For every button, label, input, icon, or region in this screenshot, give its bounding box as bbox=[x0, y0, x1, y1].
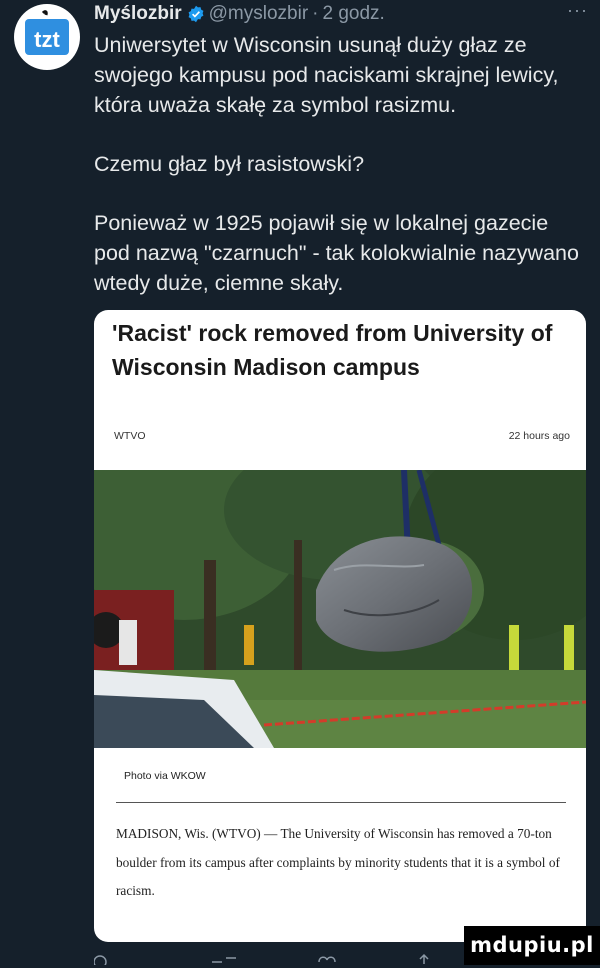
article-source: WTVO bbox=[114, 430, 146, 442]
attached-article-image[interactable]: 'Racist' rock removed from University of… bbox=[94, 310, 586, 942]
tweet-actions bbox=[93, 950, 474, 968]
tweet-text: Uniwersytet w Wisconsin usunął duży głaz… bbox=[94, 30, 588, 327]
retweet-icon[interactable] bbox=[212, 957, 236, 963]
tweet-paragraph: Uniwersytet w Wisconsin usunął duży głaz… bbox=[94, 33, 559, 117]
site-watermark: mdupiu.pl bbox=[464, 926, 600, 965]
share-icon[interactable] bbox=[419, 953, 429, 964]
author-name[interactable]: Myślozbir bbox=[94, 3, 182, 25]
photo-caption: Photo via WKOW bbox=[124, 770, 206, 782]
reply-icon[interactable] bbox=[93, 955, 107, 968]
separator-dot: · bbox=[312, 3, 319, 24]
author-handle[interactable]: @myslozbir bbox=[209, 3, 309, 25]
tweet-header: Myślozbir @myslozbir · 2 godz. bbox=[94, 2, 588, 26]
tweet: tzt Myślozbir @myslozbir · 2 godz. ··· U… bbox=[0, 0, 600, 968]
more-icon[interactable]: ··· bbox=[567, 0, 588, 21]
caption-divider bbox=[116, 802, 566, 803]
verified-badge-icon bbox=[187, 5, 205, 23]
tzt-logo: tzt bbox=[25, 10, 69, 55]
svg-text:tzt: tzt bbox=[34, 27, 60, 52]
article-lede: MADISON, Wis. (WTVO) — The University of… bbox=[116, 826, 560, 898]
article-headline: 'Racist' rock removed from University of… bbox=[112, 320, 553, 380]
article-age: 22 hours ago bbox=[508, 430, 570, 442]
article-photo bbox=[94, 470, 586, 748]
avatar[interactable]: tzt bbox=[14, 4, 80, 70]
tweet-paragraph: Czemu głaz był rasistowski? bbox=[94, 152, 365, 176]
timestamp[interactable]: 2 godz. bbox=[322, 3, 384, 25]
article-meta: WTVO 22 hours ago bbox=[114, 430, 570, 444]
tweet-paragraph: Ponieważ w 1925 pojawił się w lokalnej g… bbox=[94, 211, 579, 295]
like-icon[interactable] bbox=[318, 956, 336, 963]
